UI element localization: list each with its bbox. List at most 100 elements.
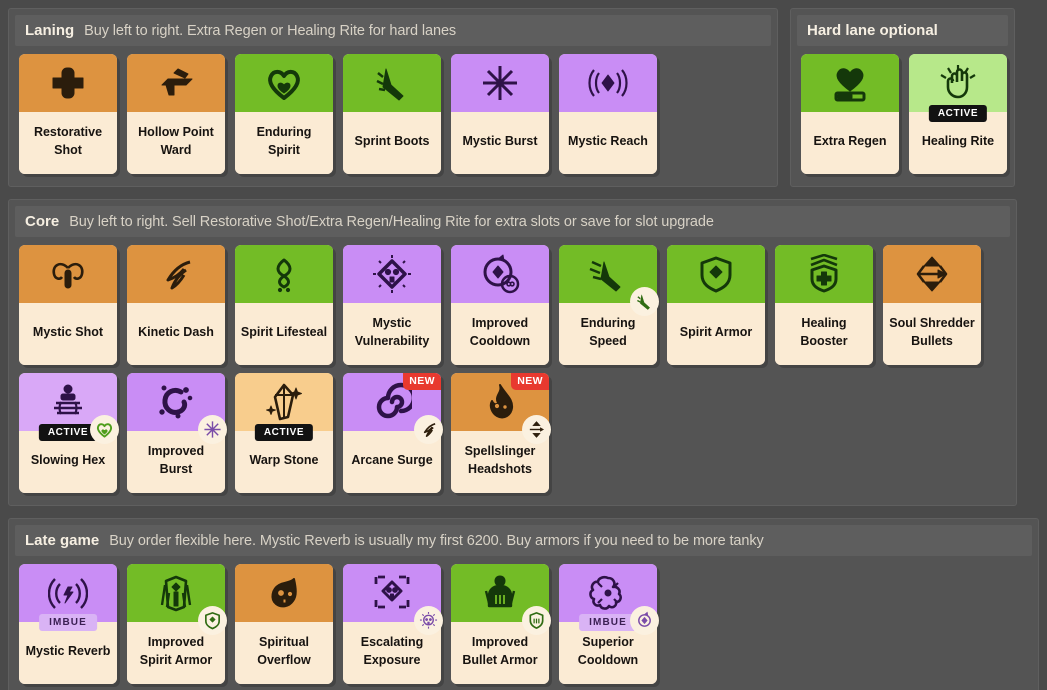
item-icon-area — [235, 54, 333, 112]
item-icon-area — [127, 54, 225, 112]
item-label: Kinetic Dash — [127, 303, 225, 365]
item-icon-area: NEW — [451, 373, 551, 444]
section-core: Core Buy left to right. Sell Restorative… — [8, 199, 1017, 506]
item-label: Healing Booster — [775, 303, 873, 365]
bullet-armor-icon — [480, 573, 520, 613]
item-label: Hollow Point Ward — [127, 112, 225, 174]
item-tile[interactable]: Spirit Lifesteal — [235, 245, 333, 365]
item-tile[interactable]: Extra Regen — [801, 54, 899, 174]
skull-flame-icon — [264, 573, 304, 613]
item-name-text: Slowing Hex — [30, 453, 106, 468]
item-name-text: Spellslinger Headshots — [464, 444, 536, 476]
section-late-game: Late game Buy order flexible here. Mysti… — [8, 518, 1039, 690]
armor-shield-upgrade-icon — [522, 606, 551, 635]
item-tile[interactable]: ACTIVE Healing Rite — [909, 54, 1007, 174]
item-tile[interactable]: Improved Burst — [127, 373, 227, 493]
item-tile[interactable]: NEW Spellslinger Headshots — [451, 373, 551, 493]
boot-upgrade-icon — [630, 287, 659, 316]
item-name-text: Mystic Vulnerability — [354, 316, 430, 348]
item-icon-area — [127, 564, 227, 635]
new-badge: NEW — [403, 373, 441, 390]
section-laning: Laning Buy left to right. Extra Regen or… — [8, 8, 778, 187]
burst-icon — [156, 382, 196, 422]
item-icon-area: ACTIVE — [19, 373, 119, 444]
item-name-text: Kinetic Dash — [138, 325, 214, 340]
item-tile[interactable]: Healing Booster — [775, 245, 873, 365]
hex-icon — [48, 382, 88, 422]
item-name-text: Sprint Boots — [354, 134, 430, 149]
item-row: Restorative Shot Hollow Point Ward Endurin… — [15, 46, 771, 180]
item-label: Spirit Armor — [667, 303, 765, 365]
item-label: Spiritual Overflow — [235, 622, 333, 684]
item-tile[interactable]: Sprint Boots — [343, 54, 441, 174]
item-tile[interactable]: Improved Bullet Armor — [451, 564, 551, 684]
imbue-badge: IMBUE — [579, 614, 637, 631]
item-tile[interactable]: Mystic Vulnerability — [343, 245, 441, 365]
section-subtitle: Buy left to right. Sell Restorative Shot… — [69, 213, 714, 230]
item-label: Restorative Shot — [19, 112, 117, 174]
item-name-text: Improved Bullet Armor — [462, 635, 538, 667]
section-title: Core — [25, 213, 60, 230]
section-header: Late game Buy order flexible here. Mysti… — [15, 525, 1032, 556]
item-icon-area — [559, 245, 659, 316]
item-tile[interactable]: Improved Spirit Armor — [127, 564, 227, 684]
item-tile[interactable]: Enduring Spirit — [235, 54, 333, 174]
item-tile[interactable]: Spirit Armor — [667, 245, 765, 365]
section-title: Laning — [25, 22, 75, 39]
spirit-shield-upgrade-icon — [198, 606, 227, 635]
item-icon-area: NEW — [343, 373, 443, 444]
item-tile[interactable]: NEW Arcane Surge — [343, 373, 443, 493]
item-name-text: Healing Booster — [800, 316, 848, 348]
section-header: Laning Buy left to right. Extra Regen or… — [15, 15, 771, 46]
item-tile[interactable]: Spiritual Overflow — [235, 564, 333, 684]
winged-boot-icon — [588, 254, 628, 294]
item-tile[interactable]: IMBUE Superior Cooldown — [559, 564, 659, 684]
item-name-text: Improved Cooldown — [469, 316, 531, 348]
item-tile[interactable]: Restorative Shot — [19, 54, 117, 174]
item-tile[interactable]: IMBUE Mystic Reverb — [19, 564, 117, 684]
item-tile[interactable]: Hollow Point Ward — [127, 54, 225, 174]
imbue-badge: IMBUE — [39, 614, 97, 631]
item-tile[interactable]: Kinetic Dash — [127, 245, 225, 365]
skull-diamond-icon — [372, 254, 412, 294]
healing-hand-icon — [938, 63, 978, 103]
item-name-text: Soul Shredder Bullets — [889, 316, 975, 348]
item-icon-area — [343, 54, 441, 112]
new-badge: NEW — [511, 373, 549, 390]
active-badge: ACTIVE — [254, 424, 314, 441]
item-tile[interactable]: Escalating Exposure — [343, 564, 443, 684]
item-icon-area — [451, 245, 549, 303]
item-tile[interactable]: Mystic Burst — [451, 54, 549, 174]
item-name-text: Improved Spirit Armor — [139, 635, 213, 667]
pistol-icon — [156, 63, 196, 103]
item-icon-area — [235, 245, 333, 303]
spirit-lifesteal-icon — [264, 254, 304, 294]
item-tile[interactable]: Improved Cooldown — [451, 245, 549, 365]
item-row: ACTIVE Slowing Hex Improved Burst ACTIVE War… — [15, 371, 1010, 499]
item-tile[interactable]: Soul Shredder Bullets — [883, 245, 981, 365]
item-tile[interactable]: ACTIVE Slowing Hex — [19, 373, 119, 493]
healing-shield-icon — [804, 254, 844, 294]
item-label: Soul Shredder Bullets — [883, 303, 981, 365]
item-name-text: Escalating Exposure — [360, 635, 424, 667]
item-icon-area — [127, 373, 227, 444]
item-label: Improved Cooldown — [451, 303, 549, 365]
item-icon-area — [19, 54, 117, 112]
shredder-icon — [912, 254, 952, 294]
skull-upgrade-icon — [414, 606, 443, 635]
item-icon-area: IMBUE — [19, 564, 117, 631]
item-tile[interactable]: Mystic Shot — [19, 245, 117, 365]
item-icon-area: ACTIVE — [235, 373, 333, 441]
item-tile[interactable]: ACTIVE Warp Stone — [235, 373, 333, 493]
item-name-text: Hollow Point Ward — [138, 125, 214, 157]
cooldown-upgrade-icon — [630, 606, 659, 635]
item-tile[interactable]: Enduring Speed — [559, 245, 659, 365]
item-label: Mystic Reverb — [19, 622, 117, 684]
heart-icon — [264, 63, 304, 103]
item-label: Mystic Burst — [451, 112, 549, 174]
active-badge: ACTIVE — [928, 105, 988, 122]
item-name-text: Mystic Reverb — [25, 644, 111, 659]
item-tile[interactable]: Mystic Reach — [559, 54, 657, 174]
item-icon-area — [667, 245, 765, 303]
section-header: Core Buy left to right. Sell Restorative… — [15, 206, 1010, 237]
